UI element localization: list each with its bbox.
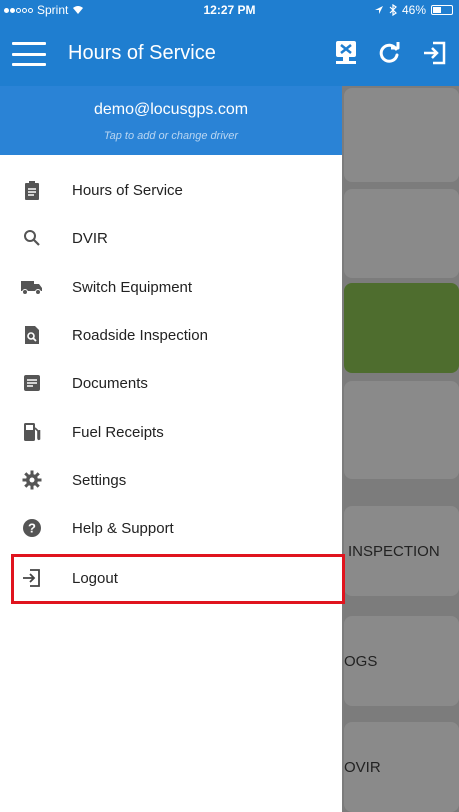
battery-icon: [431, 5, 453, 15]
search-icon: [20, 226, 44, 250]
background-card: OGS: [344, 616, 459, 706]
bluetooth-icon: [389, 4, 397, 16]
background-card: [344, 88, 459, 182]
menu-item-fuel-receipts[interactable]: Fuel Receipts: [0, 408, 342, 456]
logout-highlight-box: [11, 554, 345, 604]
login-icon[interactable]: [420, 38, 450, 68]
menu-item-label: Hours of Service: [72, 181, 183, 199]
background-card: INSPECTION: [344, 506, 459, 596]
background-card-green: [344, 283, 459, 373]
status-bar: Sprint 12:27 PM 46%: [0, 0, 459, 20]
background-card: [344, 189, 459, 278]
svg-text:?: ?: [28, 521, 36, 536]
help-icon: ?: [20, 516, 44, 540]
clipboard-icon: [20, 178, 44, 202]
driver-email[interactable]: demo@locusgps.com: [0, 101, 342, 119]
gear-icon: [20, 468, 44, 492]
menu-item-label: Switch Equipment: [72, 278, 193, 296]
menu-item-label: Help & Support: [72, 519, 174, 537]
inspection-icon: [20, 323, 44, 347]
background-card-label: OGS: [344, 652, 378, 670]
menu-item-help-support[interactable]: ? Help & Support: [0, 504, 342, 552]
menu-item-label: DVIR: [72, 229, 108, 247]
menu-item-label: Roadside Inspection: [72, 326, 208, 344]
background-card-label: INSPECTION: [348, 542, 440, 560]
background-card-label: OVIR: [344, 758, 381, 776]
menu-item-settings[interactable]: Settings: [0, 456, 342, 504]
menu-item-documents[interactable]: Documents: [0, 359, 342, 407]
report-icon[interactable]: [331, 38, 361, 68]
menu-item-label: Documents: [72, 374, 148, 392]
menu-item-label: Fuel Receipts: [72, 423, 164, 441]
location-icon: [374, 6, 383, 14]
menu-icon[interactable]: [12, 42, 46, 66]
app-title: Hours of Service: [68, 42, 216, 64]
menu-item-roadside-inspection[interactable]: Roadside Inspection: [0, 311, 342, 359]
menu-item-hours-of-service[interactable]: Hours of Service: [0, 166, 342, 214]
navigation-drawer: demo@locusgps.com Tap to add or change d…: [0, 86, 342, 812]
menu-item-label: Settings: [72, 471, 127, 489]
refresh-icon[interactable]: [374, 38, 404, 68]
document-icon: [20, 371, 44, 395]
battery-percent: 46%: [401, 3, 426, 17]
truck-icon: [20, 275, 44, 299]
status-right: 46%: [374, 3, 453, 17]
driver-hint: Tap to add or change driver: [103, 130, 239, 142]
menu-item-dvir[interactable]: DVIR: [0, 214, 342, 262]
fuel-icon: [20, 420, 44, 444]
app-bar: Hours of Service: [0, 20, 459, 86]
menu-item-switch-equipment[interactable]: Switch Equipment: [0, 263, 342, 311]
background-card: OVIR: [344, 722, 459, 812]
drawer-header[interactable]: demo@locusgps.com Tap to add or change d…: [0, 86, 342, 155]
background-card: [344, 381, 459, 479]
background-content: INSPECTION OGS OVIR: [342, 86, 459, 812]
